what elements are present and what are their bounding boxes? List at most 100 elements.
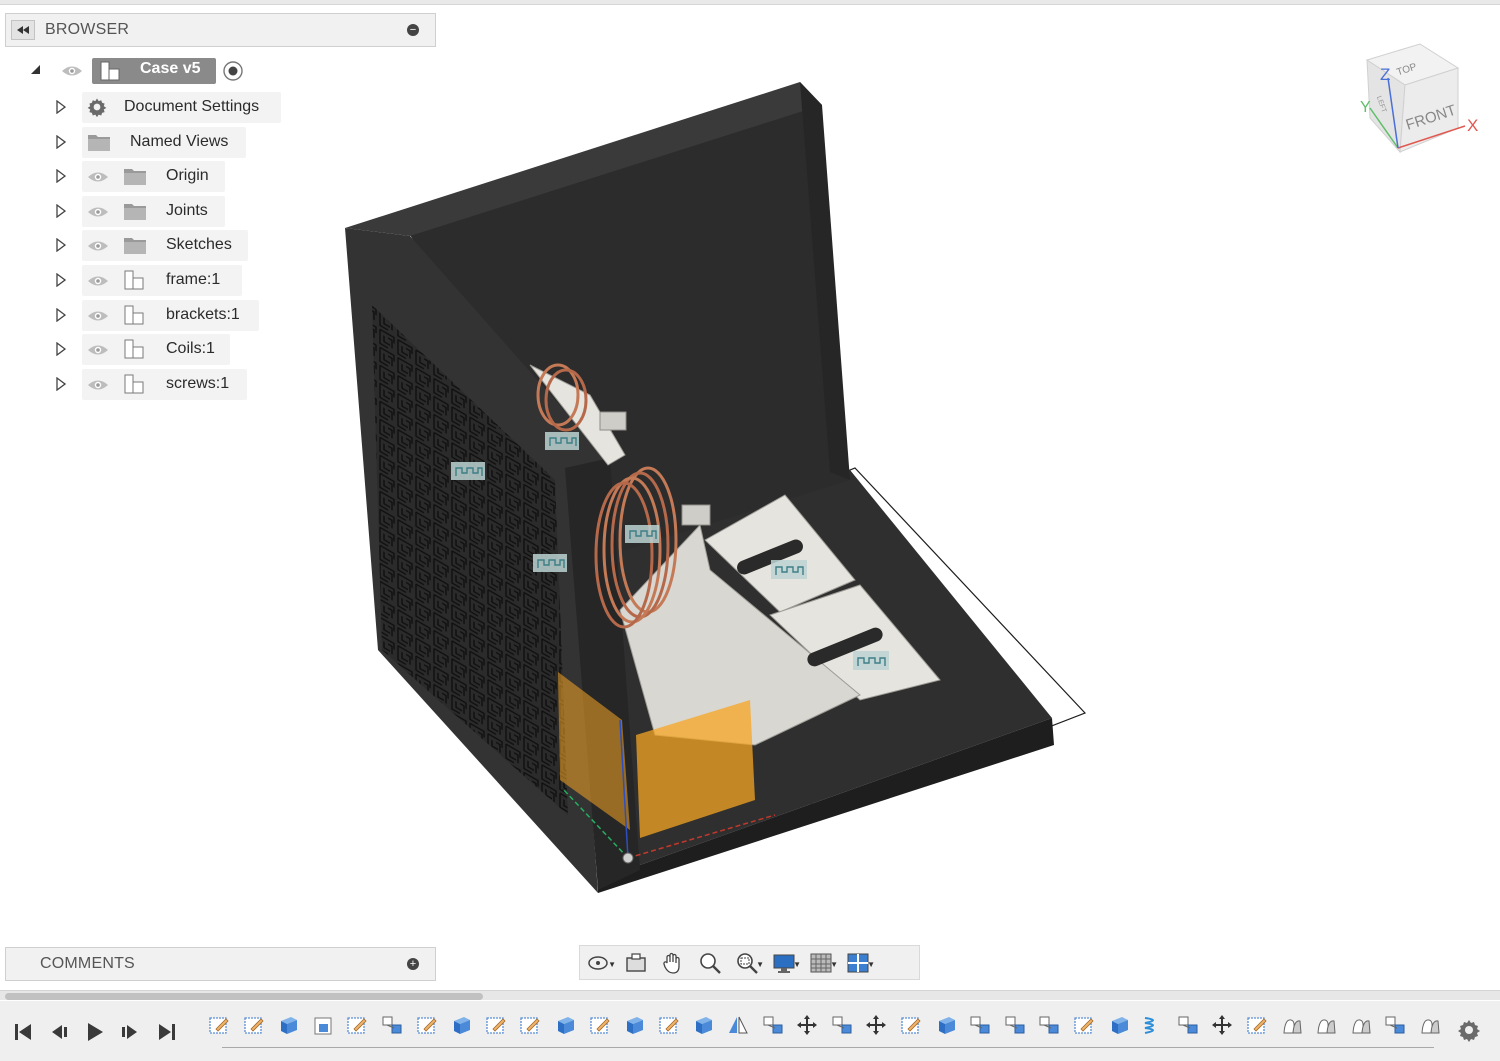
- play-button[interactable]: [82, 1021, 108, 1043]
- tree-item-label[interactable]: screws:1: [166, 375, 229, 393]
- expand-arrow-icon[interactable]: [56, 272, 67, 292]
- root-component-label[interactable]: Case v5: [140, 60, 201, 78]
- timeline-joint-feature-icon[interactable]: [831, 1014, 855, 1038]
- timeline-box-feature-icon[interactable]: [312, 1014, 336, 1038]
- timeline-extrude-feature-icon[interactable]: [450, 1014, 474, 1038]
- collapse-browser-button[interactable]: [11, 20, 35, 40]
- visibility-eye-icon[interactable]: [87, 205, 109, 224]
- scrollbar-thumb[interactable]: [5, 993, 483, 1000]
- timeline-loft-feature-icon[interactable]: [1281, 1014, 1305, 1038]
- expanded-triangle-icon[interactable]: [30, 64, 42, 76]
- timeline-sketch-feature-icon[interactable]: [658, 1014, 682, 1038]
- view-cube[interactable]: TOP FRONT LEFT X Y Z: [1360, 43, 1478, 154]
- grid-settings-button[interactable]: ▼: [802, 948, 839, 978]
- tree-item-row[interactable]: Document Settings: [0, 92, 300, 123]
- timeline-joint-feature-icon[interactable]: [762, 1014, 786, 1038]
- comments-panel-header[interactable]: COMMENTS +: [5, 947, 436, 981]
- timeline-extrude-feature-icon[interactable]: [277, 1014, 301, 1038]
- timeline-joint-feature-icon[interactable]: [1004, 1014, 1028, 1038]
- timeline-mirror-feature-icon[interactable]: [727, 1014, 751, 1038]
- timeline-move-feature-icon[interactable]: [796, 1014, 820, 1038]
- skip-to-end-button[interactable]: [154, 1021, 180, 1043]
- look-at-button[interactable]: [617, 948, 654, 978]
- timeline-extrude-feature-icon[interactable]: [692, 1014, 716, 1038]
- visibility-eye-icon[interactable]: [87, 274, 109, 293]
- tree-item-row[interactable]: brackets:1: [0, 300, 300, 331]
- timeline-loft-feature-icon[interactable]: [1419, 1014, 1443, 1038]
- timeline-sketch-feature-icon[interactable]: [416, 1014, 440, 1038]
- visibility-eye-icon[interactable]: [87, 343, 109, 362]
- timeline-joint-feature-icon[interactable]: [381, 1014, 405, 1038]
- timeline-extrude-feature-icon[interactable]: [1108, 1014, 1132, 1038]
- timeline-coil-feature-icon[interactable]: [1142, 1014, 1166, 1038]
- expand-arrow-icon[interactable]: [56, 99, 67, 119]
- tree-item-row[interactable]: frame:1: [0, 265, 300, 296]
- expand-arrow-icon[interactable]: [56, 203, 67, 223]
- joint-glyph[interactable]: [533, 554, 567, 572]
- expand-arrow-icon[interactable]: [56, 237, 67, 257]
- comments-expand-button[interactable]: +: [407, 958, 419, 970]
- step-back-button[interactable]: [46, 1021, 72, 1043]
- timeline-joint-feature-icon[interactable]: [1177, 1014, 1201, 1038]
- timeline-joint-feature-icon[interactable]: [1384, 1014, 1408, 1038]
- tree-item-label[interactable]: Joints: [166, 202, 208, 220]
- joint-glyph[interactable]: [853, 651, 889, 670]
- joint-glyph[interactable]: [545, 432, 579, 450]
- visibility-eye-icon[interactable]: [87, 378, 109, 397]
- zoom-button[interactable]: [691, 948, 728, 978]
- browser-toggle-button[interactable]: −: [407, 24, 419, 36]
- timeline-sketch-feature-icon[interactable]: [589, 1014, 613, 1038]
- tree-item-label[interactable]: Named Views: [130, 133, 228, 151]
- step-forward-button[interactable]: [117, 1021, 143, 1043]
- timeline-sketch-feature-icon[interactable]: [900, 1014, 924, 1038]
- expand-arrow-icon[interactable]: [56, 376, 67, 396]
- joint-glyph[interactable]: [451, 462, 485, 480]
- origin-point[interactable]: [622, 852, 634, 864]
- timeline-sketch-feature-icon[interactable]: [346, 1014, 370, 1038]
- expand-arrow-icon[interactable]: [56, 307, 67, 327]
- joint-glyph[interactable]: [625, 525, 659, 543]
- tree-item-label[interactable]: Document Settings: [124, 98, 259, 116]
- tree-item-row[interactable]: Sketches: [0, 230, 300, 261]
- visibility-eye-icon[interactable]: [87, 239, 109, 258]
- display-settings-button[interactable]: ▼: [765, 948, 802, 978]
- tree-item-label[interactable]: Sketches: [166, 236, 232, 254]
- timeline-move-feature-icon[interactable]: [1211, 1014, 1235, 1038]
- timeline-joint-feature-icon[interactable]: [969, 1014, 993, 1038]
- expand-arrow-icon[interactable]: [56, 168, 67, 188]
- viewports-button[interactable]: ▼: [839, 948, 876, 978]
- tree-item-label[interactable]: Origin: [166, 167, 209, 185]
- timeline-ruler[interactable]: [222, 1047, 1434, 1051]
- tree-item-row[interactable]: Origin: [0, 161, 300, 192]
- tree-item-row[interactable]: screws:1: [0, 369, 300, 400]
- expand-arrow-icon[interactable]: [56, 134, 67, 154]
- tree-item-row[interactable]: Joints: [0, 196, 300, 227]
- timeline-sketch-feature-icon[interactable]: [208, 1014, 232, 1038]
- visibility-eye-icon[interactable]: [87, 309, 109, 328]
- visibility-eye-icon[interactable]: [61, 64, 83, 78]
- tree-item-row[interactable]: Coils:1: [0, 334, 300, 365]
- timeline-sketch-feature-icon[interactable]: [519, 1014, 543, 1038]
- timeline-extrude-feature-icon[interactable]: [623, 1014, 647, 1038]
- timeline-sketch-feature-icon[interactable]: [485, 1014, 509, 1038]
- tree-item-row[interactable]: Named Views: [0, 127, 300, 158]
- timeline-extrude-feature-icon[interactable]: [554, 1014, 578, 1038]
- timeline-sketch-feature-icon[interactable]: [1246, 1014, 1270, 1038]
- tree-item-label[interactable]: brackets:1: [166, 306, 240, 324]
- joint-glyph[interactable]: [771, 560, 807, 579]
- activate-radio-icon[interactable]: [222, 60, 244, 82]
- timeline-sketch-feature-icon[interactable]: [1073, 1014, 1097, 1038]
- timeline-loft-feature-icon[interactable]: [1350, 1014, 1374, 1038]
- timeline-move-feature-icon[interactable]: [865, 1014, 889, 1038]
- orbit-button[interactable]: ▼: [580, 948, 617, 978]
- pan-button[interactable]: [654, 948, 691, 978]
- expand-arrow-icon[interactable]: [56, 341, 67, 361]
- visibility-eye-icon[interactable]: [87, 170, 109, 189]
- timeline-loft-feature-icon[interactable]: [1315, 1014, 1339, 1038]
- tree-item-label[interactable]: Coils:1: [166, 340, 215, 358]
- tree-item-label[interactable]: frame:1: [166, 271, 220, 289]
- timeline-joint-feature-icon[interactable]: [1038, 1014, 1062, 1038]
- fit-button[interactable]: ▼: [728, 948, 765, 978]
- timeline-sketch-feature-icon[interactable]: [243, 1014, 267, 1038]
- browser-panel-header[interactable]: BROWSER −: [5, 13, 436, 47]
